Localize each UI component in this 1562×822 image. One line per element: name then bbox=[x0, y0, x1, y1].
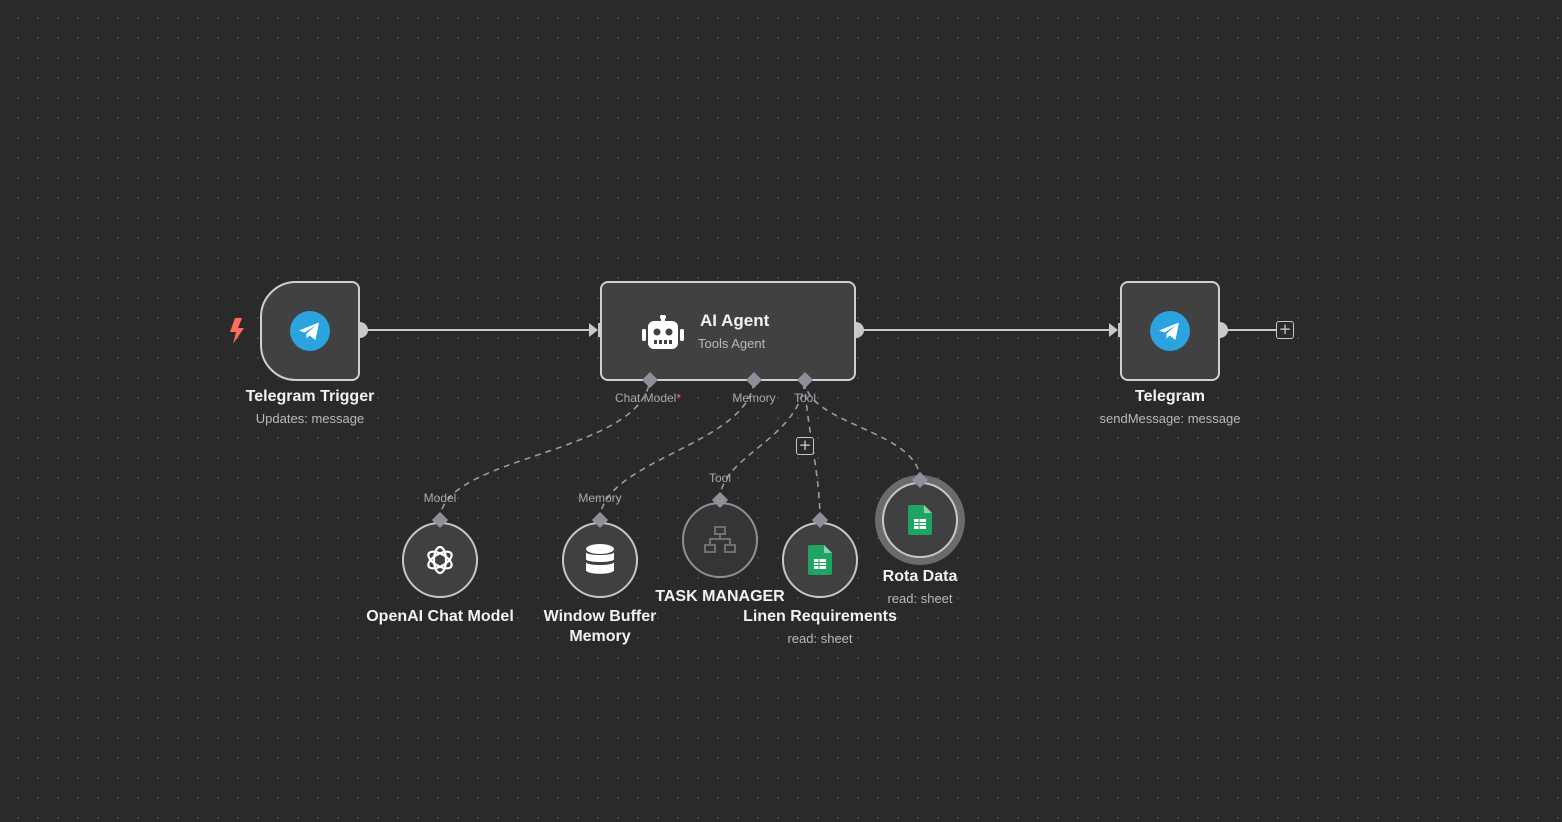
openai-icon bbox=[427, 545, 453, 575]
rota-data-subtitle: read: sheet bbox=[887, 591, 953, 606]
arrow-into-telegram bbox=[1109, 323, 1118, 337]
lightning-bolt-icon bbox=[230, 318, 244, 344]
telegram-subtitle: sendMessage: message bbox=[1099, 411, 1241, 426]
memory-port-label: Memory bbox=[732, 391, 776, 405]
telegram-node[interactable] bbox=[1120, 281, 1220, 381]
linen-requirements-subtitle: read: sheet bbox=[787, 631, 853, 646]
window-buffer-memory-node[interactable] bbox=[562, 522, 638, 598]
arrow-into-agent bbox=[589, 323, 598, 337]
ai-agent-title: AI Agent bbox=[700, 311, 770, 330]
linen-requirements-node[interactable] bbox=[782, 522, 858, 598]
workflow-canvas[interactable] bbox=[0, 0, 1562, 822]
window-buffer-memory-title: Window Buffer Memory bbox=[543, 608, 657, 645]
task-manager-title: TASK MANAGER bbox=[655, 588, 785, 605]
database-icon bbox=[586, 544, 614, 574]
openai-chat-model-node[interactable] bbox=[402, 522, 478, 598]
connection-rota bbox=[804, 379, 921, 481]
telegram-trigger-subtitle: Updates: message bbox=[255, 411, 365, 426]
google-sheets-icon bbox=[908, 505, 932, 535]
tool-port-label: Tool bbox=[793, 391, 817, 405]
memory-input-label: Memory bbox=[578, 491, 622, 505]
ai-agent-node[interactable] bbox=[600, 281, 856, 381]
add-node-button[interactable]: + bbox=[1276, 321, 1294, 339]
task-manager-tool-label: Tool bbox=[708, 471, 732, 485]
telegram-trigger-node[interactable] bbox=[260, 281, 360, 381]
telegram-icon bbox=[290, 311, 330, 351]
model-input-label: Model bbox=[423, 491, 457, 505]
telegram-trigger-title: Telegram Trigger bbox=[245, 388, 375, 405]
network-icon bbox=[704, 526, 736, 553]
task-manager-node[interactable] bbox=[682, 502, 758, 578]
telegram-title: Telegram bbox=[1135, 388, 1205, 405]
rota-data-title: Rota Data bbox=[882, 568, 958, 585]
chat-model-port-label: Chat Model* bbox=[614, 391, 682, 405]
required-asterisk: * bbox=[676, 391, 682, 405]
add-tool-button[interactable]: + bbox=[796, 437, 814, 455]
google-sheets-icon bbox=[808, 545, 832, 575]
openai-chat-model-title: OpenAI Chat Model bbox=[366, 608, 514, 625]
robot-icon bbox=[642, 315, 684, 349]
telegram-icon bbox=[1150, 311, 1190, 351]
linen-requirements-title: Linen Requirements bbox=[743, 608, 897, 625]
ai-agent-subtitle: Tools Agent bbox=[698, 336, 766, 351]
rota-data-node[interactable] bbox=[882, 482, 958, 558]
